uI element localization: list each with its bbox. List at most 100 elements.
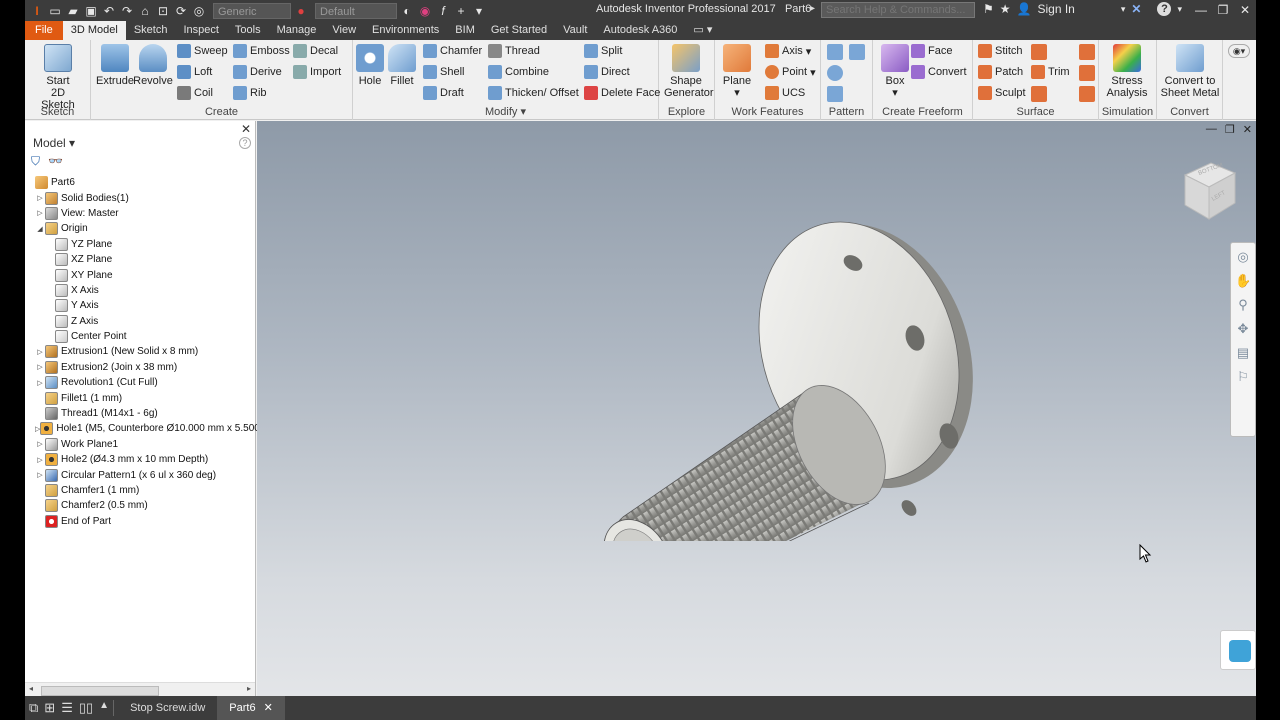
tree-node[interactable]: End of Part bbox=[25, 514, 255, 529]
repair-bodies-icon[interactable] bbox=[1079, 65, 1095, 81]
plane-button[interactable]: Plane ▾ bbox=[715, 44, 759, 99]
tree-node[interactable]: X Axis bbox=[25, 283, 255, 298]
add-icon[interactable]: + bbox=[453, 3, 469, 19]
select-icon[interactable]: ⊡ bbox=[155, 3, 171, 19]
expand-arrow-icon[interactable]: ▷ bbox=[35, 194, 45, 202]
tree-node[interactable]: YZ Plane bbox=[25, 237, 255, 252]
tree-node[interactable]: Chamfer2 (0.5 mm) bbox=[25, 498, 255, 513]
tab-bim[interactable]: BIM bbox=[447, 21, 483, 40]
help-icon[interactable]: ? bbox=[1157, 2, 1172, 16]
tree-node[interactable]: Center Point bbox=[25, 329, 255, 344]
customize-qat-icon[interactable]: ▾ bbox=[471, 3, 487, 19]
viewport-minimize-icon[interactable]: — bbox=[1206, 123, 1217, 136]
convert-to-sheet-metal-button[interactable]: Convert to Sheet Metal bbox=[1158, 44, 1222, 99]
sign-in-dropdown-icon[interactable]: ▾ bbox=[1121, 4, 1126, 15]
tree-node[interactable]: Thread1 (M14x1 - 6g) bbox=[25, 406, 255, 421]
clear-appearance-icon[interactable]: ◐ bbox=[399, 3, 415, 19]
trim-button[interactable]: Trim bbox=[1031, 63, 1070, 81]
stop-screw-model[interactable] bbox=[577, 201, 1017, 541]
doc-tab-stop-screw[interactable]: Stop Screw.idw bbox=[118, 696, 217, 720]
tab-autodesk-a360[interactable]: Autodesk A360 bbox=[595, 21, 685, 40]
point-button[interactable]: Point ▾ bbox=[765, 63, 816, 81]
tree-node[interactable]: Z Axis bbox=[25, 314, 255, 329]
shape-generator-button[interactable]: Shape Generator bbox=[664, 44, 714, 99]
tree-node[interactable]: ◢ Origin bbox=[25, 221, 255, 236]
tile-vertical-icon[interactable]: ▯▯ bbox=[79, 700, 93, 716]
draft-button[interactable]: Draft bbox=[423, 84, 464, 102]
panel-title-modify[interactable]: Modify ▾ bbox=[353, 105, 658, 118]
stress-analysis-button[interactable]: Stress Analysis bbox=[1105, 44, 1149, 99]
extend-icon[interactable] bbox=[1031, 86, 1047, 102]
appearance-icon[interactable]: ● bbox=[293, 3, 309, 19]
tree-node[interactable]: XZ Plane bbox=[25, 252, 255, 267]
expand-arrow-icon[interactable]: ▷ bbox=[35, 456, 45, 464]
save-icon[interactable]: ▣ bbox=[83, 3, 99, 19]
doc-tab-part6[interactable]: Part6 ✕ bbox=[217, 696, 285, 720]
replace-face-icon[interactable] bbox=[1079, 44, 1095, 60]
tree-node[interactable]: ▷ Hole2 (Ø4.3 mm x 10 mm Depth) bbox=[25, 452, 255, 467]
tab-file[interactable]: File bbox=[25, 21, 63, 40]
split-button[interactable]: Split bbox=[584, 42, 622, 60]
decal-button[interactable]: Decal bbox=[293, 42, 338, 60]
tree-node[interactable]: ▷ Circular Pattern1 (x 6 ul x 360 deg) bbox=[25, 467, 255, 482]
autodesk-app-store-icon[interactable]: ✕ bbox=[1131, 2, 1141, 16]
measure-icon[interactable]: ◎ bbox=[191, 3, 207, 19]
fit-mesh-face-icon[interactable] bbox=[1079, 86, 1095, 102]
search-expand-icon[interactable]: ▸ bbox=[810, 3, 815, 14]
tree-node[interactable]: Fillet1 (1 mm) bbox=[25, 390, 255, 405]
face-button[interactable]: Face bbox=[911, 42, 952, 60]
coil-button[interactable]: Coil bbox=[177, 84, 213, 102]
tile-horizontal-icon[interactable]: ☰ bbox=[61, 700, 73, 716]
scroll-right-icon[interactable]: ▸ bbox=[247, 684, 251, 693]
expand-arrow-icon[interactable]: ▷ bbox=[35, 209, 45, 217]
sign-in-link[interactable]: Sign In bbox=[1037, 2, 1074, 16]
circular-pattern-icon[interactable] bbox=[827, 65, 843, 81]
undo-icon[interactable]: ↶ bbox=[101, 3, 117, 19]
collapse-arrow-icon[interactable]: ◢ bbox=[35, 225, 45, 233]
cascade-windows-icon[interactable]: ⧉ bbox=[29, 700, 38, 716]
tree-node[interactable]: ▷ Work Plane1 bbox=[25, 437, 255, 452]
tab-inspect[interactable]: Inspect bbox=[175, 21, 226, 40]
tab-manage[interactable]: Manage bbox=[269, 21, 325, 40]
sculpt-button[interactable]: Sculpt bbox=[978, 84, 1026, 102]
tab-tools[interactable]: Tools bbox=[227, 21, 269, 40]
browser-header[interactable]: Model ▾ bbox=[33, 136, 75, 150]
steering-wheel-icon[interactable]: ◎ bbox=[1235, 249, 1251, 265]
ruled-surface-icon[interactable] bbox=[1031, 44, 1047, 60]
stitch-button[interactable]: Stitch bbox=[978, 42, 1023, 60]
expand-arrow-icon[interactable]: ▷ bbox=[35, 348, 45, 356]
tile-windows-icon[interactable]: ⊞ bbox=[44, 700, 55, 716]
convert-button[interactable]: Convert bbox=[911, 63, 967, 81]
revolve-button[interactable]: Revolve bbox=[131, 44, 175, 87]
chamfer-button[interactable]: Chamfer bbox=[423, 42, 482, 60]
shell-button[interactable]: Shell bbox=[423, 63, 464, 81]
filter-icon[interactable]: ⛉ bbox=[31, 154, 40, 169]
tab-get-started[interactable]: Get Started bbox=[483, 21, 555, 40]
ucs-button[interactable]: UCS bbox=[765, 84, 805, 102]
home-icon[interactable]: ⌂ bbox=[137, 3, 153, 19]
direct-button[interactable]: Direct bbox=[584, 63, 630, 81]
help-search-input[interactable] bbox=[821, 2, 975, 18]
loft-button[interactable]: Loft bbox=[177, 63, 212, 81]
tab-sketch[interactable]: Sketch bbox=[126, 21, 176, 40]
import-button[interactable]: Import bbox=[293, 63, 341, 81]
ribbon-options-icon[interactable]: ▭ ▾ bbox=[685, 21, 720, 40]
expand-arrow-icon[interactable]: ▷ bbox=[35, 363, 45, 371]
tree-node[interactable]: ▷ Revolution1 (Cut Full) bbox=[25, 375, 255, 390]
mirror-icon[interactable] bbox=[849, 44, 865, 60]
sweep-button[interactable]: Sweep bbox=[177, 42, 228, 60]
app-menu-icon[interactable]: I bbox=[29, 3, 45, 19]
tree-node[interactable]: ▷ Extrusion1 (New Solid x 8 mm) bbox=[25, 344, 255, 359]
fillet-button[interactable]: Fillet bbox=[385, 44, 419, 87]
restore-icon[interactable]: ❐ bbox=[1212, 0, 1234, 21]
tree-node[interactable]: Chamfer1 (1 mm) bbox=[25, 483, 255, 498]
scrollbar-thumb[interactable] bbox=[41, 686, 159, 696]
ribbon-minimize-icon[interactable]: ◉▾ bbox=[1228, 44, 1250, 58]
emboss-button[interactable]: Emboss bbox=[233, 42, 290, 60]
parameters-icon[interactable]: f bbox=[435, 3, 451, 19]
help-dropdown-icon[interactable]: ▾ bbox=[1177, 4, 1182, 15]
share-view-button[interactable] bbox=[1220, 630, 1256, 670]
axis-button[interactable]: Axis ▾ bbox=[765, 42, 811, 60]
expand-arrow-icon[interactable]: ▷ bbox=[35, 379, 45, 387]
rectangular-pattern-icon[interactable] bbox=[827, 44, 843, 60]
